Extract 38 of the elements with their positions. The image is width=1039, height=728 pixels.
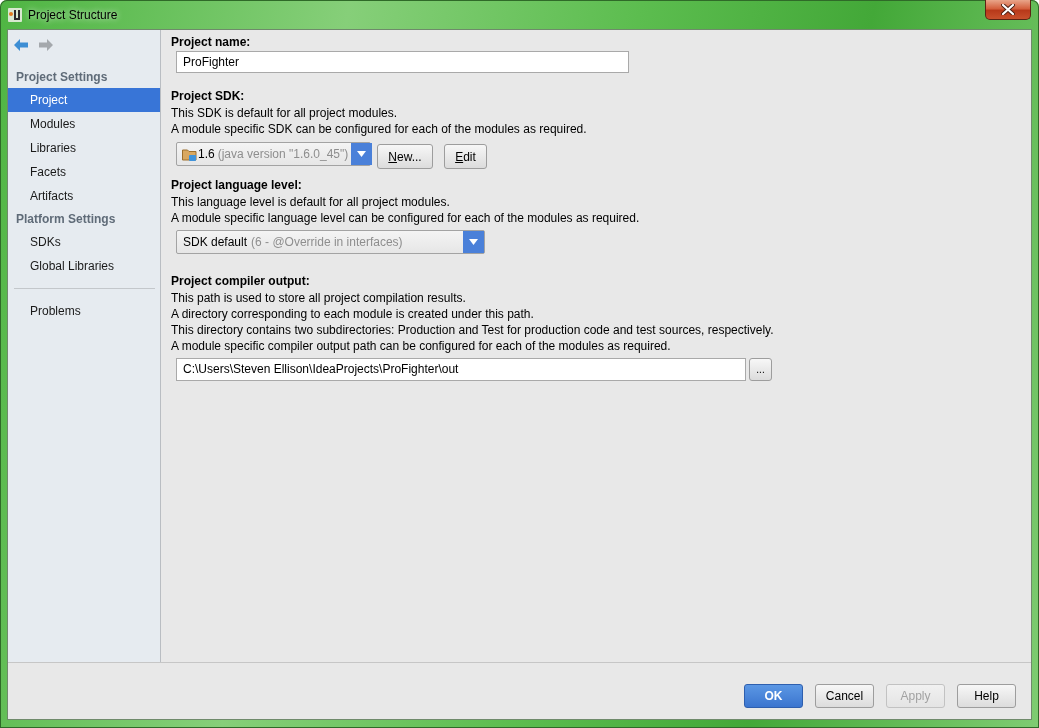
field-label: Project SDK: — [171, 88, 246, 105]
browse-button[interactable]: ... — [749, 358, 772, 381]
window-title: Project Structure — [28, 7, 118, 22]
section-header: Platform Settings — [15, 211, 117, 228]
language-level-dropdown[interactable]: SDK default (6 - @Override in interfaces) — [176, 230, 485, 254]
left-arrow-icon[interactable] — [14, 39, 28, 51]
description-text: A directory corresponding to each module is created under this path. — [171, 306, 535, 322]
new-button[interactable]: New... — [377, 144, 433, 169]
section-header: Project Settings — [15, 69, 109, 86]
sidebar-item[interactable]: Facets — [8, 160, 160, 184]
close-icon — [1001, 4, 1015, 15]
dialog-button[interactable]: Cancel — [815, 684, 874, 708]
description-text: A module specific compiler output path can be configured for each of the modules as required. — [171, 338, 672, 354]
field-label: Project language level: — [171, 177, 303, 194]
sidebar-item[interactable]: Problems — [8, 299, 160, 323]
sdk-dropdown[interactable]: 1.6 (java version "1.6.0_45") — [176, 142, 371, 166]
close-button[interactable] — [985, 0, 1031, 20]
field-label: Project compiler output: — [171, 273, 311, 290]
dialog-button[interactable]: Help — [957, 684, 1016, 708]
sidebar-item[interactable]: Libraries — [8, 136, 160, 160]
sidebar-item[interactable]: Project — [8, 88, 160, 112]
sidebar-item[interactable]: Global Libraries — [8, 254, 160, 278]
project-name-field[interactable]: ProFighter — [176, 51, 629, 73]
description-text: This language level is default for all project modules. — [171, 194, 451, 210]
description-text: A module specific SDK can be configured for each of the modules as required. — [171, 121, 588, 137]
sidebar-item[interactable]: SDKs — [8, 230, 160, 254]
description-text: This directory contains two subdirectories: Production and Test for production code and test sources, respectively. — [171, 322, 775, 338]
edit-button[interactable]: Edit — [444, 144, 487, 169]
output-path-field[interactable]: C:\Users\Steven Ellison\IdeaProjects\ProFighter\out — [176, 358, 746, 381]
description-text: This SDK is default for all project modules. — [171, 105, 399, 121]
description-text: This path is used to store all project compilation results. — [171, 290, 467, 306]
field-label: Project name: — [171, 34, 252, 51]
sidebar-item[interactable]: Artifacts — [8, 184, 160, 208]
app-logo-icon — [8, 7, 22, 22]
folder-icon — [182, 147, 197, 161]
description-text: A module specific language level can be configured for each of the modules as required. — [171, 210, 641, 226]
sidebar-item[interactable]: Modules — [8, 112, 160, 136]
dialog-button[interactable]: OK — [744, 684, 803, 708]
